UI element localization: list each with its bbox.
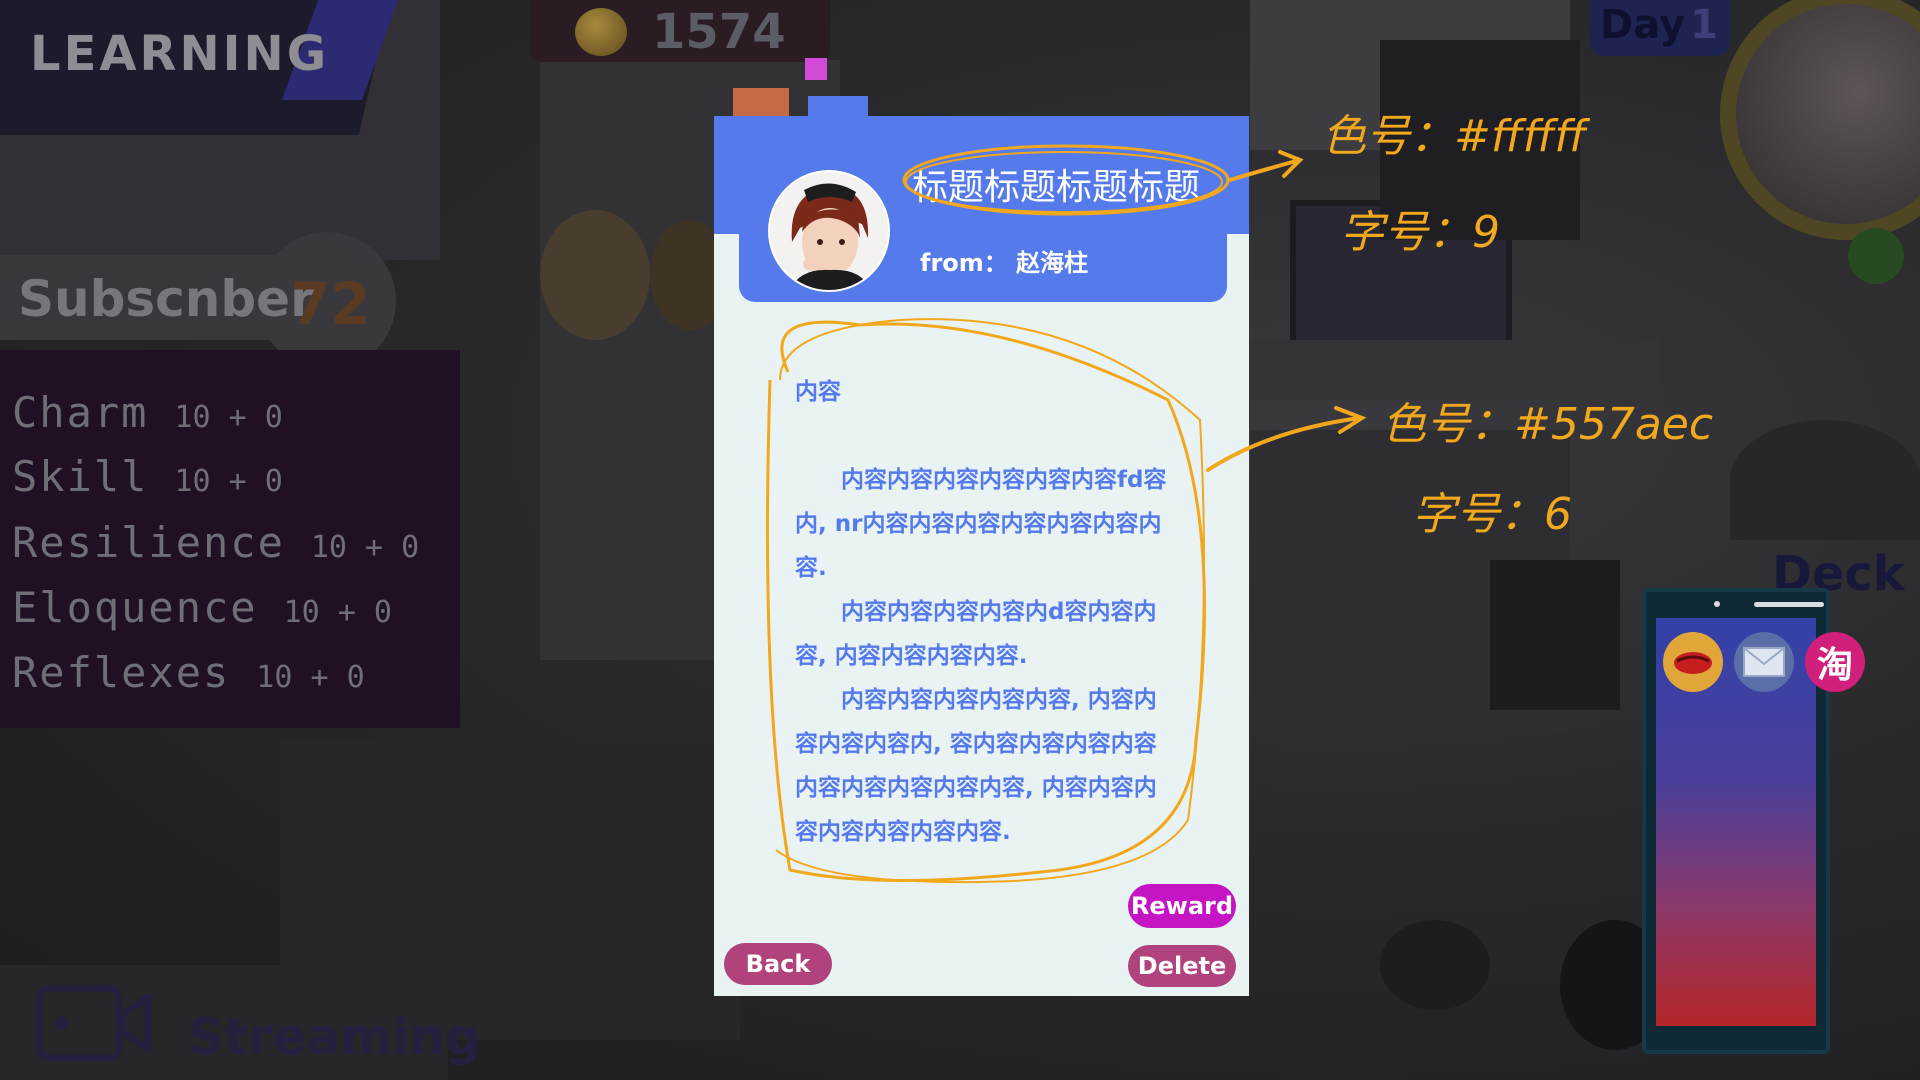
body-size-note: 字号：6 [1412, 489, 1572, 540]
body-highlight-circle [766, 320, 1206, 882]
body-highlight-circle [775, 318, 1205, 884]
title-color-note: 色号：#ffffff [1322, 111, 1587, 162]
title-size-note: 字号：9 [1340, 207, 1500, 258]
title-highlight-circle [905, 151, 1223, 213]
body-color-note: 色号：#557aec [1382, 399, 1714, 450]
body-arrow [1206, 406, 1367, 472]
title-arrow [1228, 150, 1304, 182]
annotation-overlay [766, 144, 1367, 884]
